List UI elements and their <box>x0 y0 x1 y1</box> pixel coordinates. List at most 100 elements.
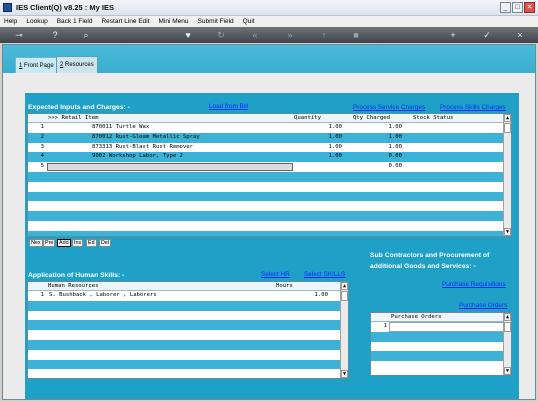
scroll-thumb[interactable] <box>504 322 511 332</box>
po-grid-header: Purchase Orders <box>371 313 511 322</box>
load-from-bill-link[interactable]: Load from Bill <box>209 103 248 110</box>
stop-icon[interactable]: ■ <box>350 29 362 41</box>
delete-button[interactable]: Del <box>99 239 112 247</box>
table-row[interactable]: 2 870012 Rust-Gleam Metallic Spray 1.00 … <box>28 132 504 143</box>
scroll-down-icon[interactable]: ▼ <box>504 228 511 236</box>
scroll-up-icon[interactable]: ▲ <box>341 282 348 290</box>
hours: 1.00 <box>314 292 328 298</box>
table-row[interactable]: 5 0.00 <box>28 162 504 172</box>
resources-panel: Expected Inputs and Charges: - Load from… <box>3 73 535 399</box>
scroll-down-icon[interactable]: ▼ <box>341 370 348 378</box>
po-grid-scrollbar[interactable]: ▲ ▼ <box>503 313 511 375</box>
scroll-up-icon[interactable]: ▲ <box>504 114 511 122</box>
table-row <box>28 191 504 202</box>
quantity: 1.00 <box>328 124 342 130</box>
main-content: 1 Front Page 2 Resources Expected Inputs… <box>2 44 536 400</box>
table-row <box>28 330 341 340</box>
row-number: 1 <box>383 323 387 329</box>
menu-help[interactable]: Help <box>4 18 17 25</box>
hr-grid-header: Human Resources Hours <box>28 282 348 291</box>
menu-mini-menu[interactable]: Mini Menu <box>159 18 189 25</box>
header-purchase-orders: Purchase Orders <box>391 314 442 320</box>
minimize-icon[interactable]: _ <box>500 2 511 13</box>
qty-charged: 0.00 <box>388 163 402 170</box>
scroll-thumb[interactable] <box>504 123 511 133</box>
edit-button[interactable]: Ed <box>86 239 97 247</box>
rewind-icon[interactable]: « <box>249 29 261 41</box>
table-row[interactable]: 1 <box>371 322 504 332</box>
quantity: 1.00 <box>328 143 342 150</box>
select-skills-link[interactable]: Select SKILLS <box>304 271 345 278</box>
table-row <box>28 369 341 378</box>
toolbar: ⊸ ? ⌕ ♥ ↻ « » ↑ ■ + ✓ × <box>0 27 538 43</box>
menu-restart-line-edit[interactable]: Restart Line Edit <box>101 18 149 25</box>
tab-front-page[interactable]: 1 Front Page <box>15 57 58 73</box>
table-row[interactable]: 1 S. Bushback , Laborer , Laborers 1.00 <box>28 291 341 301</box>
scroll-thumb[interactable] <box>341 291 348 301</box>
purchase-orders-link[interactable]: Purchase Orders <box>459 302 507 309</box>
restore-icon[interactable]: □ <box>512 2 523 13</box>
retail-item: 9002 Workshop Labor, Type 2 <box>92 153 183 160</box>
search-icon[interactable]: ⌕ <box>80 29 92 41</box>
tab-resources[interactable]: 2 Resources <box>56 56 98 73</box>
heart-icon[interactable]: ♥ <box>182 29 194 41</box>
header-quantity: Quantity <box>294 115 321 121</box>
table-row <box>28 300 341 311</box>
menu-lookup[interactable]: Lookup <box>26 18 47 25</box>
menu-back-1-field[interactable]: Back 1 Field <box>57 18 93 25</box>
next-button[interactable]: Nex <box>29 239 43 247</box>
add-icon[interactable]: + <box>447 29 459 41</box>
select-hr-link[interactable]: Select HR <box>261 271 290 278</box>
scroll-up-icon[interactable]: ▲ <box>504 313 511 321</box>
qty-charged: 1.00 <box>388 143 402 150</box>
menu-bar: Help Lookup Back 1 Field Restart Line Ed… <box>0 16 538 27</box>
process-skills-charges-link[interactable]: Process Skills Charges <box>440 104 506 111</box>
human-resource: S. Bushback , Laborer , Laborers <box>49 292 157 298</box>
close-window-icon[interactable]: ✕ <box>524 2 535 13</box>
scroll-down-icon[interactable]: ▼ <box>504 367 511 375</box>
table-row <box>28 349 341 360</box>
quantity: 1.00 <box>328 133 342 140</box>
table-row[interactable]: 3 873313 Rust-Blast Rust Remover 1.00 1.… <box>28 142 504 153</box>
title-bar: IES Client(Q) v8.25 : My IES _ □ ✕ <box>0 0 538 16</box>
header-hours: Hours <box>276 283 293 289</box>
retail-item: 873313 Rust-Blast Rust Remover <box>92 143 194 150</box>
retail-item-input[interactable] <box>47 163 293 172</box>
row-number: 1 <box>40 124 44 130</box>
table-row <box>28 320 341 331</box>
menu-quit[interactable]: Quit <box>243 18 255 25</box>
table-row <box>28 201 504 212</box>
key-icon[interactable]: ⊸ <box>8 29 30 41</box>
quantity: 1.00 <box>328 153 342 160</box>
upload-icon[interactable]: ↑ <box>318 29 330 41</box>
window-controls: _ □ ✕ <box>500 2 535 13</box>
table-row <box>28 340 341 350</box>
table-row <box>28 221 504 231</box>
check-icon[interactable]: ✓ <box>481 29 493 41</box>
human-resources-grid: Human Resources Hours 1 S. Bushback , La… <box>27 281 349 379</box>
table-row <box>28 211 504 221</box>
purchase-requisitions-link[interactable]: Purchase Requisitions <box>442 281 506 288</box>
table-row[interactable]: 1 870011 Turtle Wax 1.00 1.00 <box>28 123 504 133</box>
menu-submit-field[interactable]: Submit Field <box>198 18 234 25</box>
previous-button[interactable]: Pre <box>43 239 56 247</box>
table-row <box>28 359 341 370</box>
table-row <box>28 172 504 182</box>
expected-inputs-grid: >>> Retail Item Quantity Qty Charged Sto… <box>27 113 512 237</box>
process-service-charges-link[interactable]: Process Service Charges <box>353 104 425 111</box>
row-number: 3 <box>40 143 44 150</box>
tab-front-page-label: Front Page <box>22 63 54 69</box>
purchase-order-input[interactable] <box>389 322 504 332</box>
expected-grid-scrollbar[interactable]: ▲ ▼ <box>503 114 511 236</box>
close-icon[interactable]: × <box>514 29 526 41</box>
hr-grid-scrollbar[interactable]: ▲ ▼ <box>340 282 348 378</box>
header-stock-status: Stock Status <box>413 115 454 121</box>
table-row <box>371 351 504 362</box>
add-button[interactable]: Add <box>57 239 71 247</box>
insert-button[interactable]: Ins <box>72 239 84 247</box>
refresh-icon[interactable]: ↻ <box>215 29 227 41</box>
help-icon[interactable]: ? <box>49 29 61 41</box>
fast-forward-icon[interactable]: » <box>284 29 296 41</box>
table-row <box>371 331 504 342</box>
table-row[interactable]: 4 9002 Workshop Labor, Type 2 1.00 0.00 <box>28 152 504 163</box>
